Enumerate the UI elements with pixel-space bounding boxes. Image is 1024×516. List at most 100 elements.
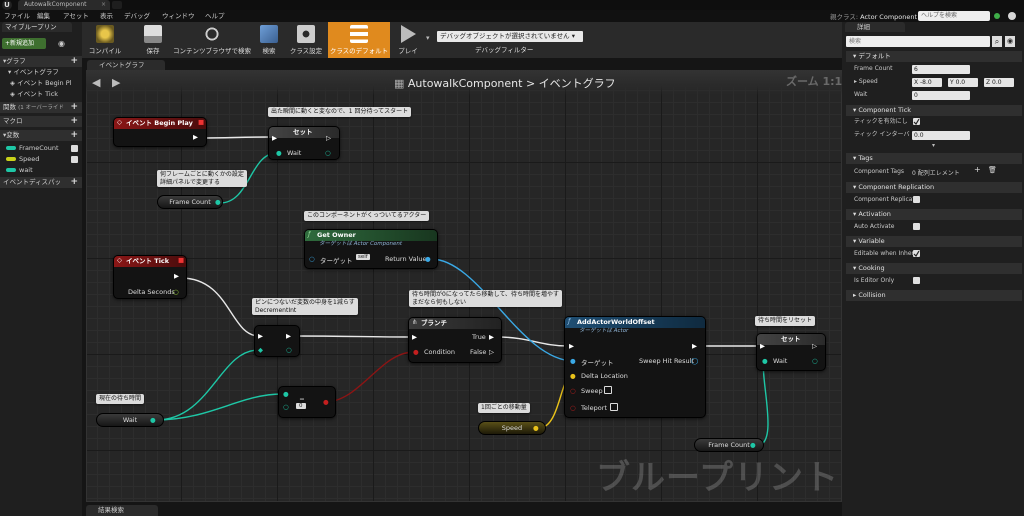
tick-enabled-checkbox[interactable]	[913, 118, 920, 125]
trash-icon[interactable]: 🗑	[988, 166, 997, 174]
exec-out-pin[interactable]: ▷	[812, 342, 817, 350]
section-variable[interactable]: ▾ Variable	[846, 236, 1022, 247]
struct-out-pin[interactable]: ◯	[691, 357, 698, 365]
exec-out-pin[interactable]: ▷	[489, 348, 494, 356]
node-add-actor-world-offset[interactable]: AddActorWorldOffset ターゲットは Actor	[564, 316, 706, 418]
exec-out-pin[interactable]: ▷	[326, 134, 331, 142]
speed-x-input[interactable]: X -8.0	[912, 78, 942, 87]
int-out-pin[interactable]: ○	[812, 357, 818, 365]
add-element-icon[interactable]: +	[974, 165, 981, 174]
auto-activate-checkbox[interactable]	[913, 223, 920, 230]
section-activation[interactable]: ▾ Activation	[846, 209, 1022, 220]
view-options-icon[interactable]: ◉	[1005, 36, 1015, 47]
object-in-pin[interactable]: ○	[309, 255, 315, 263]
var-node-frame-count-label: Frame Count	[169, 198, 211, 206]
exec-in-pin[interactable]: ▶	[258, 332, 263, 340]
node-add-offset-delta: Delta Location	[581, 372, 628, 380]
node-add-offset-subtitle: ターゲットは Actor	[579, 328, 629, 334]
bool-out-pin[interactable]: ●	[323, 398, 329, 406]
find-results-tab[interactable]: 結果検索	[86, 505, 158, 516]
section-collision-label: Collision	[858, 291, 886, 299]
exec-out-pin[interactable]: ▶	[692, 342, 697, 350]
node-add-offset-sweep: Sweep	[581, 387, 603, 395]
int-in-pin[interactable]: ●	[762, 357, 768, 365]
int-in-pin[interactable]: ○	[283, 403, 289, 411]
int-in-pin[interactable]: ●	[276, 149, 282, 157]
wire-decrement-branch	[289, 335, 413, 338]
comment-decrement: ピンにつないだ変数の中身を1減らす DecrementInt	[252, 298, 358, 315]
node-get-owner-return: Return Value	[385, 255, 427, 263]
vector-in-pin[interactable]: ●	[570, 372, 576, 380]
var-node-frame-count[interactable]: Frame Count	[157, 195, 223, 209]
exec-in-pin[interactable]: ▶	[272, 134, 277, 142]
section-component-tick-label: Component Tick	[858, 106, 912, 114]
details-search-input[interactable]: 検索	[846, 36, 990, 47]
frame-count-input[interactable]: 6	[912, 65, 970, 74]
section-collision[interactable]: ▸ Collision	[846, 290, 1022, 301]
node-set-wait-2[interactable]: セット	[756, 333, 826, 371]
section-component-tick[interactable]: ▾ Component Tick	[846, 105, 1022, 116]
function-icon: ƒ	[568, 317, 571, 325]
search-icon[interactable]: ⌕	[992, 36, 1002, 47]
comment-reset: 待ち時間をリセット	[755, 316, 816, 326]
teleport-checkbox[interactable]	[610, 403, 618, 411]
prop-component-tags-label: Component Tags	[854, 168, 905, 175]
comment-owner: このコンポーネントがくっついてるアクター	[304, 211, 430, 221]
section-cooking[interactable]: ▾ Cooking	[846, 263, 1022, 274]
bool-in-pin[interactable]: ○	[570, 387, 576, 395]
int-out-pin[interactable]: ○	[325, 149, 331, 157]
bool-in-pin[interactable]: ○	[570, 404, 576, 412]
float-out-pin[interactable]: ○	[173, 288, 179, 296]
exec-out-pin[interactable]: ▶	[489, 333, 494, 341]
node-equal-zero-value[interactable]: 0	[296, 403, 306, 409]
bool-in-pin[interactable]: ●	[413, 348, 419, 356]
prop-speed-label: Speed	[858, 78, 878, 85]
expand-advanced-icon[interactable]: ▾	[932, 142, 935, 149]
check-icon	[913, 250, 920, 257]
event-icon: ◇	[117, 256, 122, 264]
section-replication[interactable]: ▾ Component Replication	[846, 182, 1022, 193]
event-delegate-icon[interactable]: ■	[198, 118, 204, 126]
int-out-pin[interactable]: ●	[215, 198, 221, 206]
node-tick-title: イベント Tick	[114, 256, 186, 267]
prop-auto-activate-label: Auto Activate	[854, 223, 895, 230]
exec-out-pin[interactable]: ▶	[174, 272, 179, 280]
editor-only-checkbox[interactable]	[913, 277, 920, 284]
vector-out-pin[interactable]: ●	[533, 424, 539, 432]
comment-branch-line1: 待ち時間が0になってたら移動して、待ち時間を増やす	[412, 291, 560, 298]
details-tab[interactable]: 詳細	[845, 22, 905, 32]
replicates-checkbox[interactable]	[913, 196, 920, 203]
object-in-pin[interactable]: ●	[570, 357, 576, 365]
tick-interval-input[interactable]: 0.0	[912, 131, 970, 140]
comment-framecount-line2: 詳細パネルで変更する	[160, 178, 221, 186]
comment-decrement-line2: DecrementInt	[255, 306, 297, 314]
node-branch[interactable]: ブランチ	[408, 317, 502, 363]
node-begin-play[interactable]: イベント Begin Play	[113, 117, 207, 147]
prop-replicates-label: Component Replicat	[854, 196, 915, 203]
var-node-frame-count-2-label: Frame Count	[708, 441, 750, 449]
editable-inherit-checkbox[interactable]	[913, 250, 920, 257]
section-tags[interactable]: ▾ Tags	[846, 153, 1022, 164]
section-cooking-label: Cooking	[858, 264, 885, 272]
wire-equal-branch	[324, 351, 415, 403]
wait-input[interactable]: 0	[912, 91, 970, 100]
section-default[interactable]: ▾ デフォルト	[846, 51, 1022, 62]
speed-z-input[interactable]: Z 0.0	[984, 78, 1014, 87]
exec-in-pin[interactable]: ▶	[760, 342, 765, 350]
exec-out-pin[interactable]: ▶	[193, 133, 198, 141]
speed-y-input[interactable]: Y 0.0	[948, 78, 978, 87]
int-out-pin[interactable]: ○	[286, 346, 292, 354]
section-variable-label: Variable	[858, 237, 885, 245]
node-set1-wait-label: Wait	[287, 149, 302, 157]
object-out-pin[interactable]: ●	[425, 255, 431, 263]
sweep-checkbox[interactable]	[604, 386, 612, 394]
node-add-offset-teleport: Teleport	[581, 404, 607, 412]
exec-in-pin[interactable]: ▶	[569, 342, 574, 350]
int-in-pin[interactable]: ◆	[258, 346, 263, 354]
int-in-pin[interactable]: ●	[283, 390, 289, 398]
exec-in-pin[interactable]: ▶	[412, 333, 417, 341]
int-out-pin[interactable]: ●	[750, 441, 756, 449]
event-delegate-icon[interactable]: ■	[178, 256, 184, 264]
exec-out-pin[interactable]: ▶	[286, 332, 291, 340]
int-out-pin[interactable]: ●	[150, 416, 156, 424]
